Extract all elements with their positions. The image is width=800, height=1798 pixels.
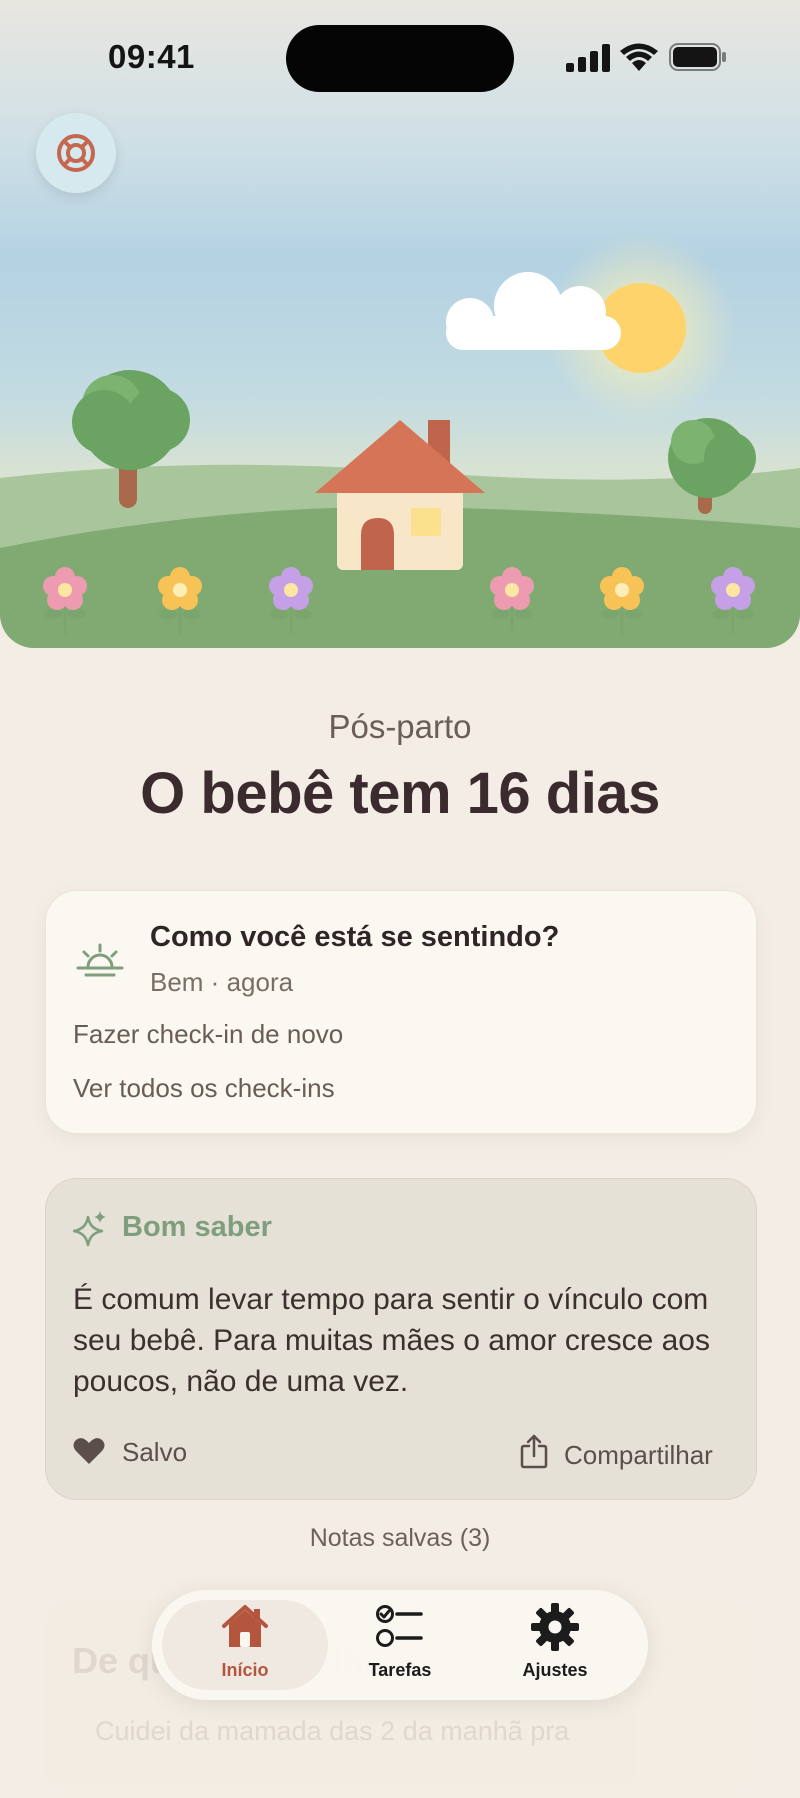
tip-card: Bom saber É comum levar tempo para senti… [45,1178,757,1500]
house-icon [222,1605,268,1647]
share-label: Compartilhar [564,1440,713,1470]
tab-settings-label: Ajustes [522,1660,588,1680]
heart-icon [73,1438,105,1464]
sparkles-icon [73,1211,106,1247]
checklist-icon [376,1605,423,1647]
page-title: O bebê tem 16 dias [140,761,660,826]
wifi-icon [620,43,658,71]
landscape-scene [0,233,800,648]
tab-home-label: Início [221,1660,269,1680]
tip-heading: Bom saber [122,1211,272,1243]
status-time: 09:41 [108,38,195,75]
checkin-again-link[interactable]: Fazer check-in de novo [73,1019,343,1050]
saved-notes-link[interactable]: Notas salvas (3) [0,1524,800,1553]
checkin-history-link[interactable]: Ver todos os check-ins [73,1073,335,1104]
saved-button[interactable]: Salvo [73,1433,243,1473]
checkin-status: Bem · agora [150,967,294,997]
sunrise-icon [76,943,124,977]
tab-tasks[interactable]: Tarefas [325,1602,475,1692]
tab-home[interactable]: Início [170,1602,320,1692]
lifebuoy-icon [57,134,95,172]
help-button[interactable] [36,113,116,193]
hero-illustration [0,0,800,648]
share-icon [520,1434,548,1469]
house-icon-illustration [315,420,485,570]
journal-body: Cuidei da mamada das 2 da manhã pra [95,1716,570,1746]
tab-tasks-label: Tarefas [368,1660,432,1680]
gear-icon [531,1603,579,1651]
tip-body: É comum levar tempo para sentir o víncul… [73,1283,710,1398]
saved-label: Salvo [122,1437,188,1467]
checkin-card: Como você está se sentindo? Bem · agora … [45,890,757,1134]
dynamic-island [286,25,514,92]
cellular-signal-icon [566,44,610,72]
checkin-question: Como você está se sentindo? [150,921,560,953]
tab-settings[interactable]: Ajustes [480,1602,630,1692]
phase-label: Pós-parto [328,708,472,745]
tab-bar: Início Tarefas Ajustes [152,1590,648,1700]
battery-icon [669,43,726,71]
share-button[interactable]: Compartilhar [520,1433,740,1477]
